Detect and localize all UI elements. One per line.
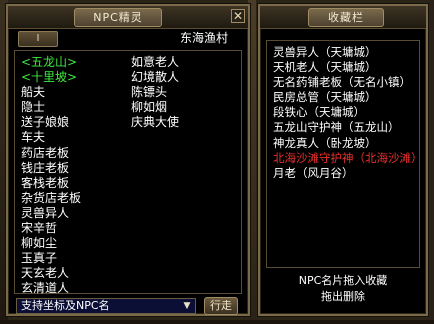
favorite-list-item[interactable]: 无名药铺老板（无名小镇） xyxy=(273,75,423,90)
npc-list-item[interactable]: 天玄老人 xyxy=(21,266,81,281)
npc-list-item[interactable]: <五龙山> xyxy=(21,55,81,70)
npc-list-item[interactable]: 庆典大使 xyxy=(131,115,179,130)
favorites-list-box: 灵兽异人（天墉城） 天机老人（天墉城） 无名药铺老板（无名小镇） 民房总管（天墉城）段… xyxy=(266,40,423,268)
favorite-list-item[interactable]: 神龙真人（卧龙坡） xyxy=(273,136,423,151)
favorite-list-item[interactable]: 段铁心（天墉城） xyxy=(273,105,423,120)
npc-list-item[interactable]: 如意老人 xyxy=(131,55,179,70)
npc-list-column-2: 如意老人 幻境散人 陈镖头 柳如烟 庆典大使 xyxy=(131,55,179,130)
walk-button[interactable]: 行走 xyxy=(204,297,238,315)
favorites-list: 灵兽异人（天墉城） 天机老人（天墉城） 无名药铺老板（无名小镇） 民房总管（天墉城）段… xyxy=(273,45,423,181)
npc-list-item[interactable]: 送子娘娘 xyxy=(21,115,81,130)
favorite-list-item[interactable]: 月老（风月谷） xyxy=(273,166,423,181)
npc-list-item[interactable]: 客栈老板 xyxy=(21,176,81,191)
npc-list-tab[interactable]: I xyxy=(18,31,58,47)
current-location: 东海渔村 xyxy=(180,31,229,45)
npc-panel-title: NPC精灵 xyxy=(74,8,162,27)
favorites-hint-drag-out: 拖出删除 xyxy=(321,290,365,303)
npc-list-item[interactable]: 柳如尘 xyxy=(21,236,81,251)
npc-list-item[interactable]: 灵兽异人 xyxy=(21,206,81,221)
npc-panel: NPC精灵 ✕ I 东海渔村 <五龙山> <十里坡> 船夫 隐士 送子娘娘 车夫 药店老板钱… xyxy=(6,4,250,316)
npc-search-input[interactable]: 支持坐标及NPC名 ▼ xyxy=(16,298,196,314)
npc-list-item[interactable]: 幻境散人 xyxy=(131,70,179,85)
favorite-list-item[interactable]: 民房总管（天墉城） xyxy=(273,90,423,105)
npc-list: <五龙山> <十里坡> 船夫 隐士 送子娘娘 车夫 药店老板 钱庄老板 客栈老板 杂货店老板 灵兽异… xyxy=(14,50,242,297)
close-button[interactable]: ✕ xyxy=(231,9,245,23)
npc-list-item[interactable]: 玄清道人 xyxy=(21,281,81,296)
npc-list-item[interactable]: 隐士 xyxy=(21,100,81,115)
npc-list-item[interactable]: 陈镖头 xyxy=(131,85,179,100)
favorite-list-item[interactable]: 五龙山守护神（五龙山） xyxy=(273,120,423,135)
favorite-list-item[interactable]: 北海沙滩守护神（北海沙滩） xyxy=(273,151,423,166)
favorites-title: 收藏栏 xyxy=(308,8,384,27)
npc-list-item[interactable]: 药店老板 xyxy=(21,146,81,161)
favorites-panel: 收藏栏 灵兽异人（天墉城） 天机老人（天墉城） 无名药铺老板（无名小镇） 民房总管（天… xyxy=(258,4,428,316)
favorite-list-item[interactable]: 天机老人（天墉城） xyxy=(273,60,423,75)
favorites-hint-drag-in: NPC名片拖入收藏 xyxy=(298,274,388,287)
npc-list-item[interactable]: 钱庄老板 xyxy=(21,161,81,176)
favorites-title-bar[interactable]: 收藏栏 xyxy=(260,6,426,29)
npc-list-item[interactable]: 玉真子 xyxy=(21,251,81,266)
npc-list-item[interactable]: 杂货店老板 xyxy=(21,191,81,206)
background-frame-right xyxy=(428,0,434,324)
close-icon: ✕ xyxy=(232,9,244,23)
background-frame-bottom xyxy=(0,320,434,324)
npc-list-item[interactable]: 船夫 xyxy=(21,85,81,100)
npc-list-item[interactable]: 车夫 xyxy=(21,130,81,145)
npc-list-item[interactable]: 宋辛哲 xyxy=(21,221,81,236)
chevron-down-icon[interactable]: ▼ xyxy=(181,299,193,313)
favorite-list-item[interactable]: 灵兽异人（天墉城） xyxy=(273,45,423,60)
npc-list-column-1: <五龙山> <十里坡> 船夫 隐士 送子娘娘 车夫 药店老板 钱庄老板 客栈老板 杂货店老板 灵兽异… xyxy=(21,55,81,297)
npc-search-value[interactable]: 支持坐标及NPC名 xyxy=(21,299,110,313)
npc-list-item[interactable]: <十里坡> xyxy=(21,70,81,85)
npc-list-item[interactable]: 柳如烟 xyxy=(131,100,179,115)
npc-panel-title-bar[interactable]: NPC精灵 ✕ xyxy=(8,6,248,29)
